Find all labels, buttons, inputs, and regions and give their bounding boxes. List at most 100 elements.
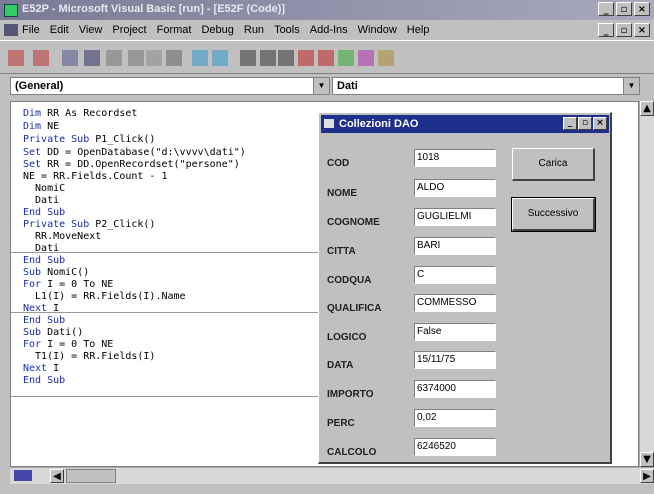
scroll-up-icon[interactable]: ▲ (640, 101, 654, 116)
code-line: Set RR = DD.OpenRecordset("persone") (23, 159, 240, 170)
field-input-calcolo[interactable]: 6246520 (414, 438, 496, 456)
menu-item-window[interactable]: Window (358, 24, 397, 36)
menu-bar: File Edit View Project Format Debug Run Tools Ad… (0, 20, 654, 40)
form-close-button[interactable]: × (593, 117, 607, 130)
field-label-cognome: COGNOME (327, 217, 380, 228)
procedure-view-icon[interactable] (14, 470, 32, 481)
code-line: Dati (23, 243, 60, 254)
add-form-icon[interactable] (8, 50, 24, 66)
code-line: RR.MoveNext (23, 231, 102, 242)
minimize-button[interactable]: _ (598, 2, 614, 16)
code-line: Private Sub P2_Click() (23, 219, 156, 230)
menu-item-tools[interactable]: Tools (274, 24, 300, 36)
undo-icon[interactable] (192, 50, 208, 66)
menu-item-addins[interactable]: Add-Ins (310, 24, 348, 36)
save-icon[interactable] (84, 50, 100, 66)
scroll-left-icon[interactable]: ◀ (50, 469, 64, 483)
object-combo-value: (General) (15, 80, 64, 92)
window-titlebar: E52P - Microsoft Visual Basic [run] - [E… (0, 0, 654, 20)
field-label-qualifica: QUALIFICA (327, 303, 382, 314)
code-window-icon[interactable] (4, 24, 18, 36)
menu-item-edit[interactable]: Edit (50, 24, 69, 36)
code-line: Dim RR As Recordset (23, 108, 138, 119)
copy-icon[interactable] (128, 50, 144, 66)
object-browser-icon[interactable] (358, 50, 374, 66)
child-minimize-button[interactable]: _ (598, 23, 614, 37)
scroll-right-icon[interactable]: ▶ (640, 469, 654, 483)
field-input-perc[interactable]: 0,02 (414, 409, 496, 427)
properties-icon[interactable] (318, 50, 334, 66)
menu-item-run[interactable]: Run (244, 24, 264, 36)
start-icon[interactable] (240, 50, 256, 66)
field-label-perc: PERC (327, 418, 355, 429)
window-title: E52P - Microsoft Visual Basic [run] - [E… (22, 3, 286, 15)
field-input-codqua[interactable]: C (414, 266, 496, 284)
field-input-citta[interactable]: BARI (414, 237, 496, 255)
field-label-codqua: CODQUA (327, 275, 372, 286)
stop-icon[interactable] (278, 50, 294, 66)
successivo-button[interactable]: Successivo (511, 197, 596, 232)
field-input-importo[interactable]: 6374000 (414, 380, 496, 398)
dao-form-window: Collezioni DAO _ ▫ × Carica Successivo C… (318, 112, 612, 464)
form-maximize-button[interactable]: ▫ (578, 117, 592, 130)
procedure-separator (11, 396, 319, 397)
field-label-cod: COD (327, 158, 350, 169)
menu-item-view[interactable]: View (79, 24, 103, 36)
object-combo[interactable]: (General) ▼ (10, 77, 330, 95)
field-input-logico[interactable]: False (414, 323, 496, 341)
code-line: Dim NE (23, 121, 60, 132)
chevron-down-icon[interactable]: ▼ (623, 78, 639, 94)
field-input-qualifica[interactable]: COMMESSO (414, 294, 496, 312)
chevron-down-icon[interactable]: ▼ (313, 78, 329, 94)
procedure-combo-value: Dati (337, 80, 358, 92)
vb-app-icon[interactable] (4, 4, 18, 17)
form-minimize-button[interactable]: _ (563, 117, 577, 130)
code-line: Sub NomiC() (23, 267, 90, 278)
field-label-nome: NOME (327, 188, 357, 199)
field-input-nome[interactable]: ALDO (414, 179, 496, 197)
code-line: Private Sub P1_Click() (23, 134, 156, 145)
code-line: Next I (23, 363, 60, 374)
find-icon[interactable] (166, 50, 182, 66)
form-titlebar: Collezioni DAO _ ▫ × (321, 115, 609, 133)
child-close-button[interactable]: × (634, 23, 650, 37)
redo-icon[interactable] (212, 50, 228, 66)
code-line: For I = 0 To NE (23, 279, 114, 290)
vertical-scrollbar[interactable]: ▲ ▼ (639, 101, 654, 467)
form-layout-icon[interactable] (338, 50, 354, 66)
paste-icon[interactable] (146, 50, 162, 66)
code-line: T1(I) = RR.Fields(I) (23, 351, 156, 362)
field-label-calcolo: CALCOLO (327, 447, 377, 458)
menu-item-help[interactable]: Help (407, 24, 430, 36)
code-line: For I = 0 To NE (23, 339, 114, 350)
code-line: Next I (23, 303, 60, 314)
child-maximize-button[interactable]: ▫ (616, 23, 632, 37)
menu-editor-icon[interactable] (62, 50, 78, 66)
horizontal-scrollbar[interactable]: ◀ ▶ (10, 467, 654, 484)
field-input-cod[interactable]: 1018 (414, 149, 496, 167)
code-line: NomiC (23, 183, 66, 194)
field-label-importo: IMPORTO (327, 389, 374, 400)
menu-item-file[interactable]: File (22, 24, 40, 36)
project-explorer-icon[interactable] (298, 50, 314, 66)
scroll-thumb[interactable] (66, 469, 116, 483)
menu-item-project[interactable]: Project (112, 24, 146, 36)
standard-toolbar (0, 40, 654, 74)
code-line: Dati (23, 195, 60, 206)
pause-icon[interactable] (260, 50, 276, 66)
toolbox-icon[interactable] (378, 50, 394, 66)
cut-icon[interactable] (106, 50, 122, 66)
code-line: End Sub (23, 315, 66, 326)
menu-item-format[interactable]: Format (157, 24, 192, 36)
scroll-down-icon[interactable]: ▼ (640, 452, 654, 467)
field-input-cognome[interactable]: GUGLIELMI (414, 208, 496, 226)
field-label-citta: CITTA (327, 246, 356, 257)
carica-button[interactable]: Carica (512, 148, 595, 181)
close-button[interactable]: × (634, 2, 650, 16)
add-module-icon[interactable] (33, 50, 49, 66)
menu-item-debug[interactable]: Debug (201, 24, 233, 36)
maximize-button[interactable]: ▫ (616, 2, 632, 16)
field-input-data[interactable]: 15/11/75 (414, 351, 496, 369)
procedure-combo[interactable]: Dati ▼ (332, 77, 640, 95)
form-icon[interactable] (324, 119, 334, 128)
